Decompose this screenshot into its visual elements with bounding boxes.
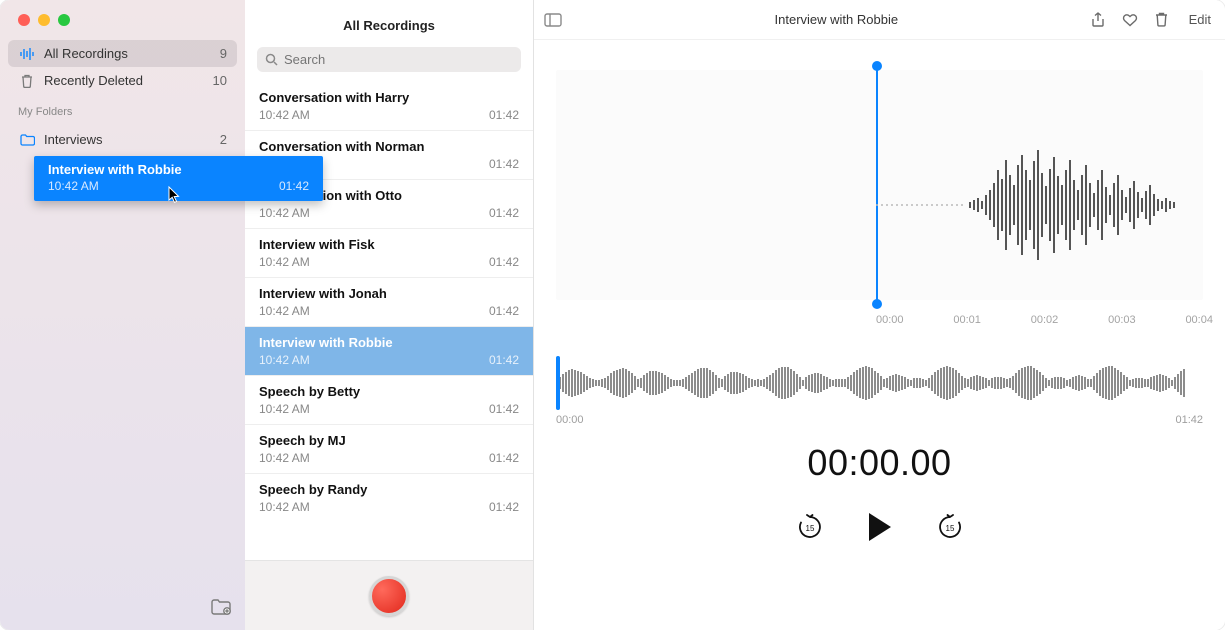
close-window-button[interactable] — [18, 14, 30, 26]
recording-duration: 01:42 — [489, 108, 519, 122]
search-input[interactable] — [284, 52, 513, 67]
zoom-timeline: 00:00 00:01 00:02 00:03 00:04 — [876, 314, 1213, 326]
recording-time: 10:42 AM — [259, 500, 310, 514]
recording-title: Speech by Randy — [259, 482, 519, 497]
recording-title: Interview with Robbie — [259, 335, 519, 350]
zoom-tick: 00:03 — [1108, 314, 1136, 326]
overview-start-label: 00:00 — [556, 414, 584, 426]
play-icon — [869, 513, 891, 541]
zoom-tick: 00:01 — [953, 314, 981, 326]
new-folder-button[interactable] — [211, 599, 231, 620]
recording-duration: 01:42 — [489, 255, 519, 269]
recording-item[interactable]: Conversation with Norman 10:42 AM 01:42 — [245, 131, 533, 180]
recordings-list[interactable]: Conversation with Harry10:42 AM01:42Conv… — [245, 82, 533, 560]
recording-item[interactable]: Conversation with Otto 10:42 AM 01:42 — [245, 180, 533, 229]
sidebar-footer — [0, 589, 245, 630]
recording-time: 10:42 AM — [259, 304, 310, 318]
waveform-zoom[interactable]: 00:0000:0100:0200:0300:04 — [556, 70, 1203, 340]
recordings-header: All Recordings — [245, 0, 533, 47]
overview-cursor[interactable] — [556, 356, 560, 410]
recording-duration: 01:42 — [489, 206, 519, 220]
svg-text:15: 15 — [805, 524, 814, 533]
sidebar-folders: Interviews 2 — [0, 122, 245, 153]
sidebar: All Recordings 9 Recently Deleted 10 My … — [0, 0, 245, 630]
sidebar-nav: All Recordings 9 Recently Deleted 10 — [0, 36, 245, 94]
trash-icon — [18, 74, 36, 88]
minimize-window-button[interactable] — [38, 14, 50, 26]
svg-text:15: 15 — [945, 524, 954, 533]
record-bar — [245, 560, 533, 630]
detail-title: Interview with Robbie — [584, 12, 1089, 27]
recording-title: Interview with Fisk — [259, 237, 519, 252]
sidebar-item-recently-deleted[interactable]: Recently Deleted 10 — [8, 67, 237, 94]
sidebar-item-all-recordings[interactable]: All Recordings 9 — [8, 40, 237, 67]
maximize-window-button[interactable] — [58, 14, 70, 26]
current-time-display: 00:00.00 — [534, 442, 1225, 484]
sidebar-folder-interviews[interactable]: Interviews 2 — [8, 126, 237, 153]
toggle-sidebar-button[interactable] — [544, 11, 562, 29]
toolbar: Interview with Robbie Edit — [534, 0, 1225, 40]
recording-time: 10:42 AM — [259, 108, 310, 122]
recording-time: 10:42 AM — [259, 255, 310, 269]
recording-item[interactable]: Speech by MJ 10:42 AM 01:42 — [245, 425, 533, 474]
overview-waveform-graphic — [556, 366, 1203, 400]
waveform-icon — [18, 48, 36, 60]
recording-duration: 01:42 — [489, 353, 519, 367]
zoom-tick: 00:00 — [876, 314, 904, 326]
sidebar-item-label: Recently Deleted — [44, 73, 143, 88]
recording-duration: 01:42 — [489, 402, 519, 416]
playback-controls: 15 15 — [534, 512, 1225, 542]
skip-forward-button[interactable]: 15 — [935, 512, 965, 542]
recording-item[interactable]: Speech by Betty 10:42 AM 01:42 — [245, 376, 533, 425]
sidebar-item-count: 9 — [220, 46, 227, 61]
share-button[interactable] — [1089, 11, 1107, 29]
sidebar-item-count: 10 — [213, 73, 227, 88]
sidebar-folder-count: 2 — [220, 132, 227, 147]
recording-time: 10:42 AM — [259, 157, 310, 171]
recording-item[interactable]: Interview with Fisk 10:42 AM 01:42 — [245, 229, 533, 278]
recording-duration: 01:42 — [489, 500, 519, 514]
recording-title: Conversation with Harry — [259, 90, 519, 105]
recording-time: 10:42 AM — [259, 402, 310, 416]
record-button[interactable] — [369, 576, 409, 616]
recording-item[interactable]: Interview with Jonah 10:42 AM 01:42 — [245, 278, 533, 327]
recording-time: 10:42 AM — [259, 206, 310, 220]
sidebar-section-label: My Folders — [0, 94, 245, 122]
recording-duration: 01:42 — [489, 304, 519, 318]
recording-item[interactable]: Speech by Randy 10:42 AM 01:42 — [245, 474, 533, 522]
recording-time: 10:42 AM — [259, 451, 310, 465]
search-icon — [265, 53, 278, 66]
recording-title: Speech by MJ — [259, 433, 519, 448]
search-field[interactable] — [257, 47, 521, 72]
window-controls — [0, 0, 245, 36]
recording-item[interactable]: Conversation with Harry 10:42 AM 01:42 — [245, 82, 533, 131]
overview-end-label: 01:42 — [1175, 414, 1203, 426]
favorite-button[interactable] — [1121, 11, 1139, 29]
app-window: All Recordings 9 Recently Deleted 10 My … — [0, 0, 1225, 630]
recording-duration: 01:42 — [489, 451, 519, 465]
recording-duration: 01:42 — [489, 157, 519, 171]
recordings-column: All Recordings Conversation with Harry 10… — [245, 0, 534, 630]
edit-button[interactable]: Edit — [1185, 10, 1215, 29]
zoom-tick: 00:02 — [1031, 314, 1059, 326]
sidebar-folder-label: Interviews — [44, 132, 103, 147]
recording-title: Conversation with Otto — [259, 188, 519, 203]
zoom-waveform-graphic — [876, 135, 1203, 275]
recording-item[interactable]: Interview with Robbie 10:42 AM 01:42 — [245, 327, 533, 376]
recording-title: Speech by Betty — [259, 384, 519, 399]
skip-back-button[interactable]: 15 — [795, 512, 825, 542]
recording-title: Conversation with Norman — [259, 139, 519, 154]
recording-title: Interview with Jonah — [259, 286, 519, 301]
sidebar-item-label: All Recordings — [44, 46, 128, 61]
recording-time: 10:42 AM — [259, 353, 310, 367]
zoom-tick: 00:04 — [1185, 314, 1213, 326]
folder-icon — [18, 134, 36, 146]
waveform-overview[interactable]: 00:00 01:42 — [556, 360, 1203, 420]
detail-pane: Interview with Robbie Edit 0 — [534, 0, 1225, 630]
play-button[interactable] — [865, 512, 895, 542]
delete-button[interactable] — [1153, 11, 1171, 29]
